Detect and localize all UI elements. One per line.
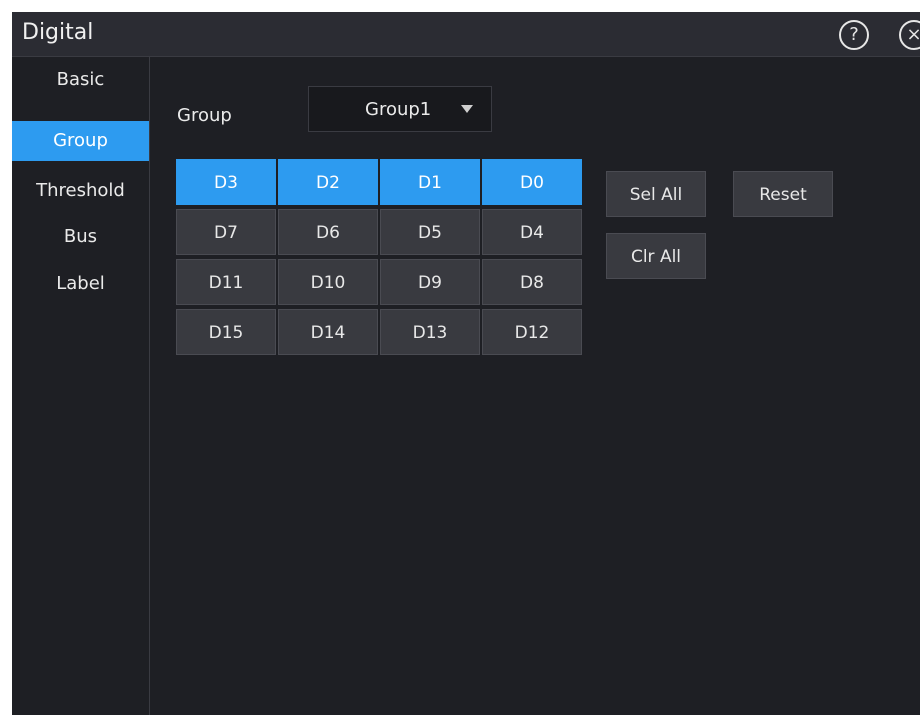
close-icon[interactable]: × [899,20,920,50]
group-select[interactable]: Group1 [308,86,492,132]
titlebar: Digital ? × [12,12,920,57]
channel-d2[interactable]: D2 [278,159,378,205]
reset-button[interactable]: Reset [733,171,833,217]
chevron-down-icon [461,105,473,113]
sidebar-item-label[interactable]: Label [12,264,149,304]
clr-all-button[interactable]: Clr All [606,233,706,279]
channel-d3[interactable]: D3 [176,159,276,205]
sidebar-item-group[interactable]: Group [12,121,149,161]
channel-d9[interactable]: D9 [380,259,480,305]
group-select-value: Group1 [365,99,432,120]
sidebar-item-bus[interactable]: Bus [12,217,149,257]
channel-d14[interactable]: D14 [278,309,378,355]
digital-dialog: Digital ? × Basic Group Threshold Bus La… [12,12,920,715]
channel-d11[interactable]: D11 [176,259,276,305]
group-panel: Group Group1 D3 D2 D1 D0 D7 D6 D5 D4 D11… [150,57,920,715]
channel-d15[interactable]: D15 [176,309,276,355]
group-label: Group [177,105,232,126]
dialog-title: Digital [22,20,94,45]
channel-d4[interactable]: D4 [482,209,582,255]
channel-d8[interactable]: D8 [482,259,582,305]
channel-d0[interactable]: D0 [482,159,582,205]
channel-d12[interactable]: D12 [482,309,582,355]
channel-d10[interactable]: D10 [278,259,378,305]
channel-d5[interactable]: D5 [380,209,480,255]
sidebar-item-basic[interactable]: Basic [12,60,149,100]
channel-d13[interactable]: D13 [380,309,480,355]
channel-d7[interactable]: D7 [176,209,276,255]
channel-d6[interactable]: D6 [278,209,378,255]
help-icon[interactable]: ? [839,20,869,50]
channel-d1[interactable]: D1 [380,159,480,205]
sidebar: Basic Group Threshold Bus Label [12,57,150,715]
sidebar-item-threshold[interactable]: Threshold [12,171,149,211]
sel-all-button[interactable]: Sel All [606,171,706,217]
